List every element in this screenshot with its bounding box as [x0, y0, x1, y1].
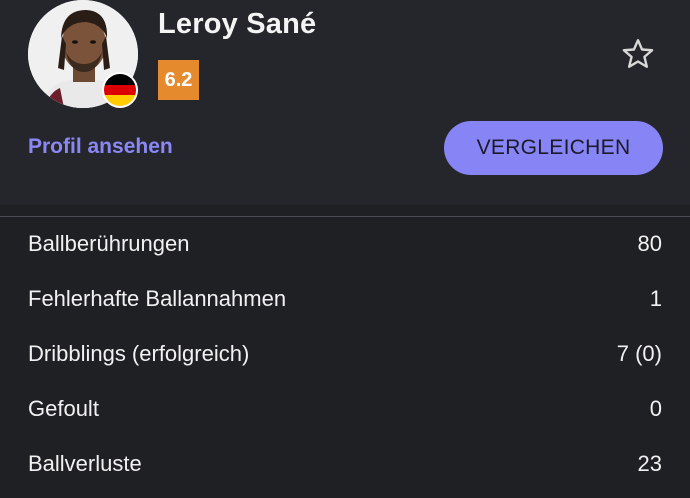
divider: [0, 216, 690, 217]
stat-row-dribbles: Dribblings (erfolgreich) 7 (0): [0, 328, 690, 383]
germany-flag-icon: [102, 72, 138, 108]
stat-row-possession-lost: Ballverluste 23: [0, 438, 690, 493]
flag-stripe-red: [104, 84, 136, 96]
stat-value: 7 (0): [616, 341, 662, 366]
flag-stripe-black: [104, 74, 136, 85]
flag-stripe-gold: [104, 95, 136, 106]
rating-badge: 6.2: [158, 60, 199, 100]
stat-label: Gefoult: [28, 396, 99, 421]
stat-value: 80: [637, 231, 662, 256]
stat-label: Fehlerhafte Ballannahmen: [28, 286, 287, 311]
stat-value: 1: [649, 286, 662, 311]
stat-label: Ballverluste: [28, 451, 142, 476]
stat-row-touches: Ballberührungen 80: [0, 218, 690, 273]
stats-list: Ballberührungen 80 Fehlerhafte Ballannah…: [0, 218, 690, 493]
stat-row-fouled: Gefoult 0: [0, 383, 690, 438]
player-header: Leroy Sané 6.2 Profil ansehen VERGLEICHE…: [0, 0, 690, 205]
star-outline-icon[interactable]: [620, 36, 656, 72]
profile-link[interactable]: Profil ansehen: [28, 135, 173, 159]
stat-value: 0: [649, 396, 662, 421]
stat-row-failed-controls: Fehlerhafte Ballannahmen 1: [0, 273, 690, 328]
stat-label: Dribblings (erfolgreich): [28, 341, 250, 366]
stat-value: 23: [637, 451, 662, 476]
compare-button[interactable]: VERGLEICHEN: [444, 121, 663, 175]
stat-label: Ballberührungen: [28, 231, 190, 256]
player-name: Leroy Sané: [158, 8, 317, 40]
